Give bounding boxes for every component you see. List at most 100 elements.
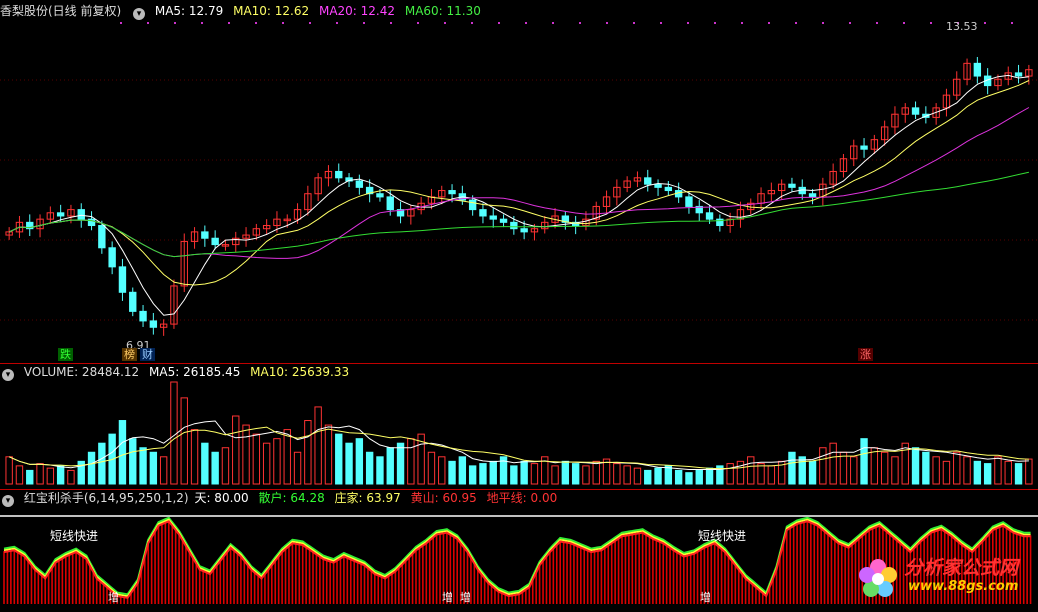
volume-bar — [870, 447, 879, 485]
volume-bar — [56, 465, 65, 485]
volume-bar — [180, 397, 188, 485]
volume-bar — [767, 465, 776, 485]
volume-bar — [304, 420, 312, 485]
volume-bar — [98, 442, 106, 485]
volume-bar — [932, 456, 940, 485]
label-zeng-4: 增 — [700, 591, 711, 604]
volume-bar — [664, 465, 673, 485]
candle-body — [973, 62, 982, 77]
volume-bar — [623, 465, 631, 485]
volume-bar — [314, 406, 322, 485]
volume-bar — [376, 456, 384, 485]
signal-dot — [579, 22, 581, 24]
candle-body — [376, 193, 384, 198]
volume-bar — [232, 415, 240, 485]
volume-bar — [5, 456, 13, 485]
candle-body — [644, 177, 652, 185]
volume-bar — [335, 433, 343, 485]
signal-dot — [714, 22, 716, 24]
volume-bar — [922, 451, 930, 485]
watermark-url: www.88gs.com — [908, 579, 1019, 594]
signal-dot — [984, 22, 986, 24]
volume-bar — [644, 469, 652, 485]
marker-zhang[interactable]: 涨 — [858, 348, 873, 361]
signal-dot — [120, 22, 122, 24]
marker-bang[interactable]: 榜 — [122, 348, 137, 361]
volume-bar — [386, 447, 394, 485]
signal-dot — [849, 22, 851, 24]
volume-bar — [36, 463, 44, 485]
volume-bar — [530, 463, 539, 485]
signal-dot — [552, 22, 554, 24]
volume-bar — [880, 451, 889, 485]
signal-dot — [822, 22, 824, 24]
volume-bar — [942, 460, 951, 485]
candle-body — [860, 145, 868, 150]
candle-body — [1014, 72, 1023, 77]
candle-body — [108, 247, 116, 268]
label-zeng-3: 增 — [460, 591, 471, 604]
candle-body — [118, 266, 127, 293]
ma60-line — [8, 171, 1030, 258]
candle-body — [77, 209, 85, 220]
candle-body — [129, 291, 137, 312]
volume-bar — [273, 438, 281, 485]
label-zeng-2: 增 — [442, 591, 453, 604]
volume-bar — [468, 465, 477, 485]
candle-body — [705, 212, 714, 220]
candle-body — [386, 196, 394, 211]
main-chart-panel[interactable]: 香梨股份(日线 前复权) ▾ MA5: 12.79 MA10: 12.62 MA… — [0, 0, 1038, 362]
candle-body — [911, 107, 920, 115]
signal-dot — [795, 22, 797, 24]
volume-bar — [479, 463, 487, 485]
volume-bar — [15, 465, 24, 485]
volume-bar — [407, 438, 415, 485]
candle-body — [355, 180, 364, 188]
volume-bar — [67, 469, 75, 485]
signal-dot — [417, 22, 419, 24]
high-price-label: 13.53 — [946, 20, 978, 33]
volume-bar — [592, 460, 600, 485]
volume-bar — [819, 447, 827, 485]
volume-bar — [365, 451, 374, 485]
marker-die[interactable]: 跌 — [58, 348, 73, 361]
signal-dot — [390, 22, 392, 24]
candle-body — [685, 196, 693, 207]
marker-cai[interactable]: 财 — [140, 348, 155, 361]
candle-body — [56, 212, 65, 217]
label-short-2: 短线快进 — [698, 529, 747, 543]
volume-bar — [438, 456, 446, 485]
candle-body — [479, 209, 487, 217]
volume-bar — [170, 381, 178, 485]
volume-bar — [129, 438, 137, 485]
signal-dot — [660, 22, 662, 24]
signal-dot — [1011, 22, 1013, 24]
volume-bar — [201, 442, 209, 485]
volume-bar — [674, 469, 683, 485]
volume-bar — [211, 451, 219, 485]
volume-panel[interactable]: ▾ VOLUME: 28484.12 MA5: 26185.45 MA10: 2… — [0, 364, 1038, 488]
signal-dot — [930, 22, 932, 24]
volume-bar — [736, 460, 745, 485]
signal-dot — [606, 22, 608, 24]
volume-bar — [798, 456, 806, 485]
candle-body — [499, 218, 508, 223]
indicator-panel[interactable]: ▾ 红宝利杀手(6,14,95,250,1,2) 天: 80.00 散户: 64… — [0, 490, 1038, 612]
candlestick-chart[interactable] — [0, 0, 1038, 362]
volume-bar — [427, 451, 436, 485]
volume-bar — [633, 467, 642, 485]
candle-body — [139, 310, 147, 322]
signal-dot — [336, 22, 338, 24]
label-short-1: 短线快进 — [50, 529, 99, 543]
candle-body — [520, 228, 528, 233]
candle-body — [489, 215, 497, 220]
signal-dot — [228, 22, 230, 24]
volume-chart[interactable] — [0, 364, 1038, 488]
candle-body — [808, 193, 817, 198]
volume-bar — [983, 463, 992, 485]
volume-bar — [994, 456, 1002, 485]
volume-bar — [1004, 460, 1012, 485]
signal-dot — [633, 22, 635, 24]
watermark: 分析家公式网 www.88gs.com — [852, 549, 1032, 608]
volume-bar — [520, 460, 528, 485]
